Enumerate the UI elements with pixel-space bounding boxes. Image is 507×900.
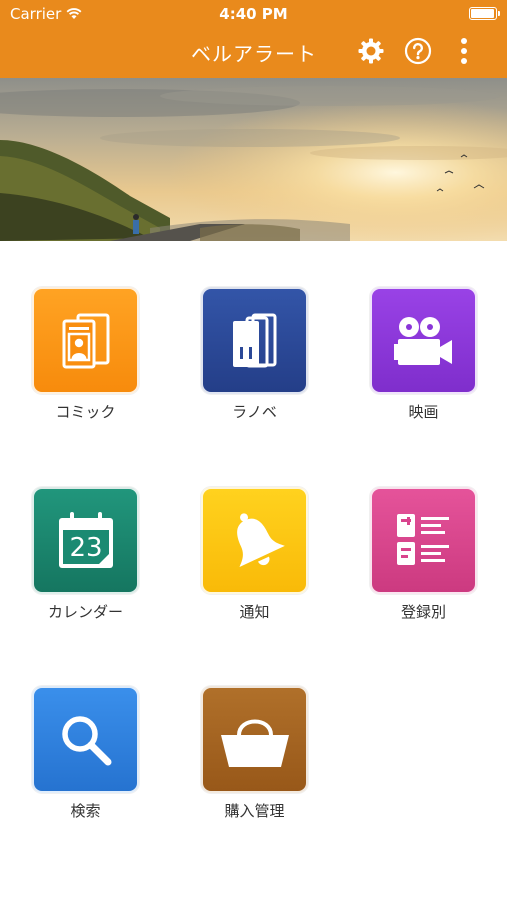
status-bar: Carrier 4:40 PM <box>0 0 507 28</box>
menu-label-calendar: カレンダー <box>47 603 123 621</box>
sunset-landscape-image <box>0 78 507 241</box>
menu-label-movie: 映画 <box>408 403 439 421</box>
menu-tile-comic[interactable]: コミック <box>0 287 140 437</box>
more-vertical-icon <box>461 38 467 64</box>
menu-tile-movie[interactable]: 映画 <box>338 287 478 437</box>
calendar-icon: 23 <box>32 487 139 594</box>
calendar-day-text: 23 <box>69 533 102 563</box>
battery-icon <box>469 7 500 20</box>
menu-tile-purchase[interactable]: 購入管理 <box>169 686 309 836</box>
menu-label-search: 検索 <box>70 802 101 820</box>
movie-camera-icon <box>370 287 477 394</box>
help-icon <box>404 37 432 65</box>
books-icon <box>201 287 308 394</box>
menu-label-comic: コミック <box>55 403 116 421</box>
app-header: Carrier 4:40 PM ベルアラート <box>0 0 507 78</box>
menu-tile-light-novel[interactable]: ラノベ <box>169 287 309 437</box>
search-icon <box>32 686 139 793</box>
help-button[interactable] <box>403 36 433 66</box>
settings-button[interactable] <box>356 36 386 66</box>
more-button[interactable] <box>449 36 479 66</box>
menu-tile-search[interactable]: 検索 <box>0 686 140 836</box>
basket-icon <box>201 686 308 793</box>
menu-tile-calendar[interactable]: 23 カレンダー <box>0 487 140 637</box>
status-time: 4:40 PM <box>219 5 288 23</box>
hero-banner <box>0 78 507 241</box>
bell-icon <box>201 487 308 594</box>
page-title: ベルアラート <box>191 42 317 66</box>
battery-level <box>471 9 494 18</box>
menu-label-registered: 登録別 <box>400 603 446 621</box>
menu-tile-registered[interactable]: 登録別 <box>338 487 478 637</box>
menu-label-notification: 通知 <box>239 603 270 621</box>
gear-icon <box>358 38 384 64</box>
list-icon <box>370 487 477 594</box>
menu-label-light-novel: ラノベ <box>232 403 277 421</box>
comic-icon <box>32 287 139 394</box>
menu-label-purchase: 購入管理 <box>224 802 285 820</box>
menu-tile-notification[interactable]: 通知 <box>169 487 309 637</box>
